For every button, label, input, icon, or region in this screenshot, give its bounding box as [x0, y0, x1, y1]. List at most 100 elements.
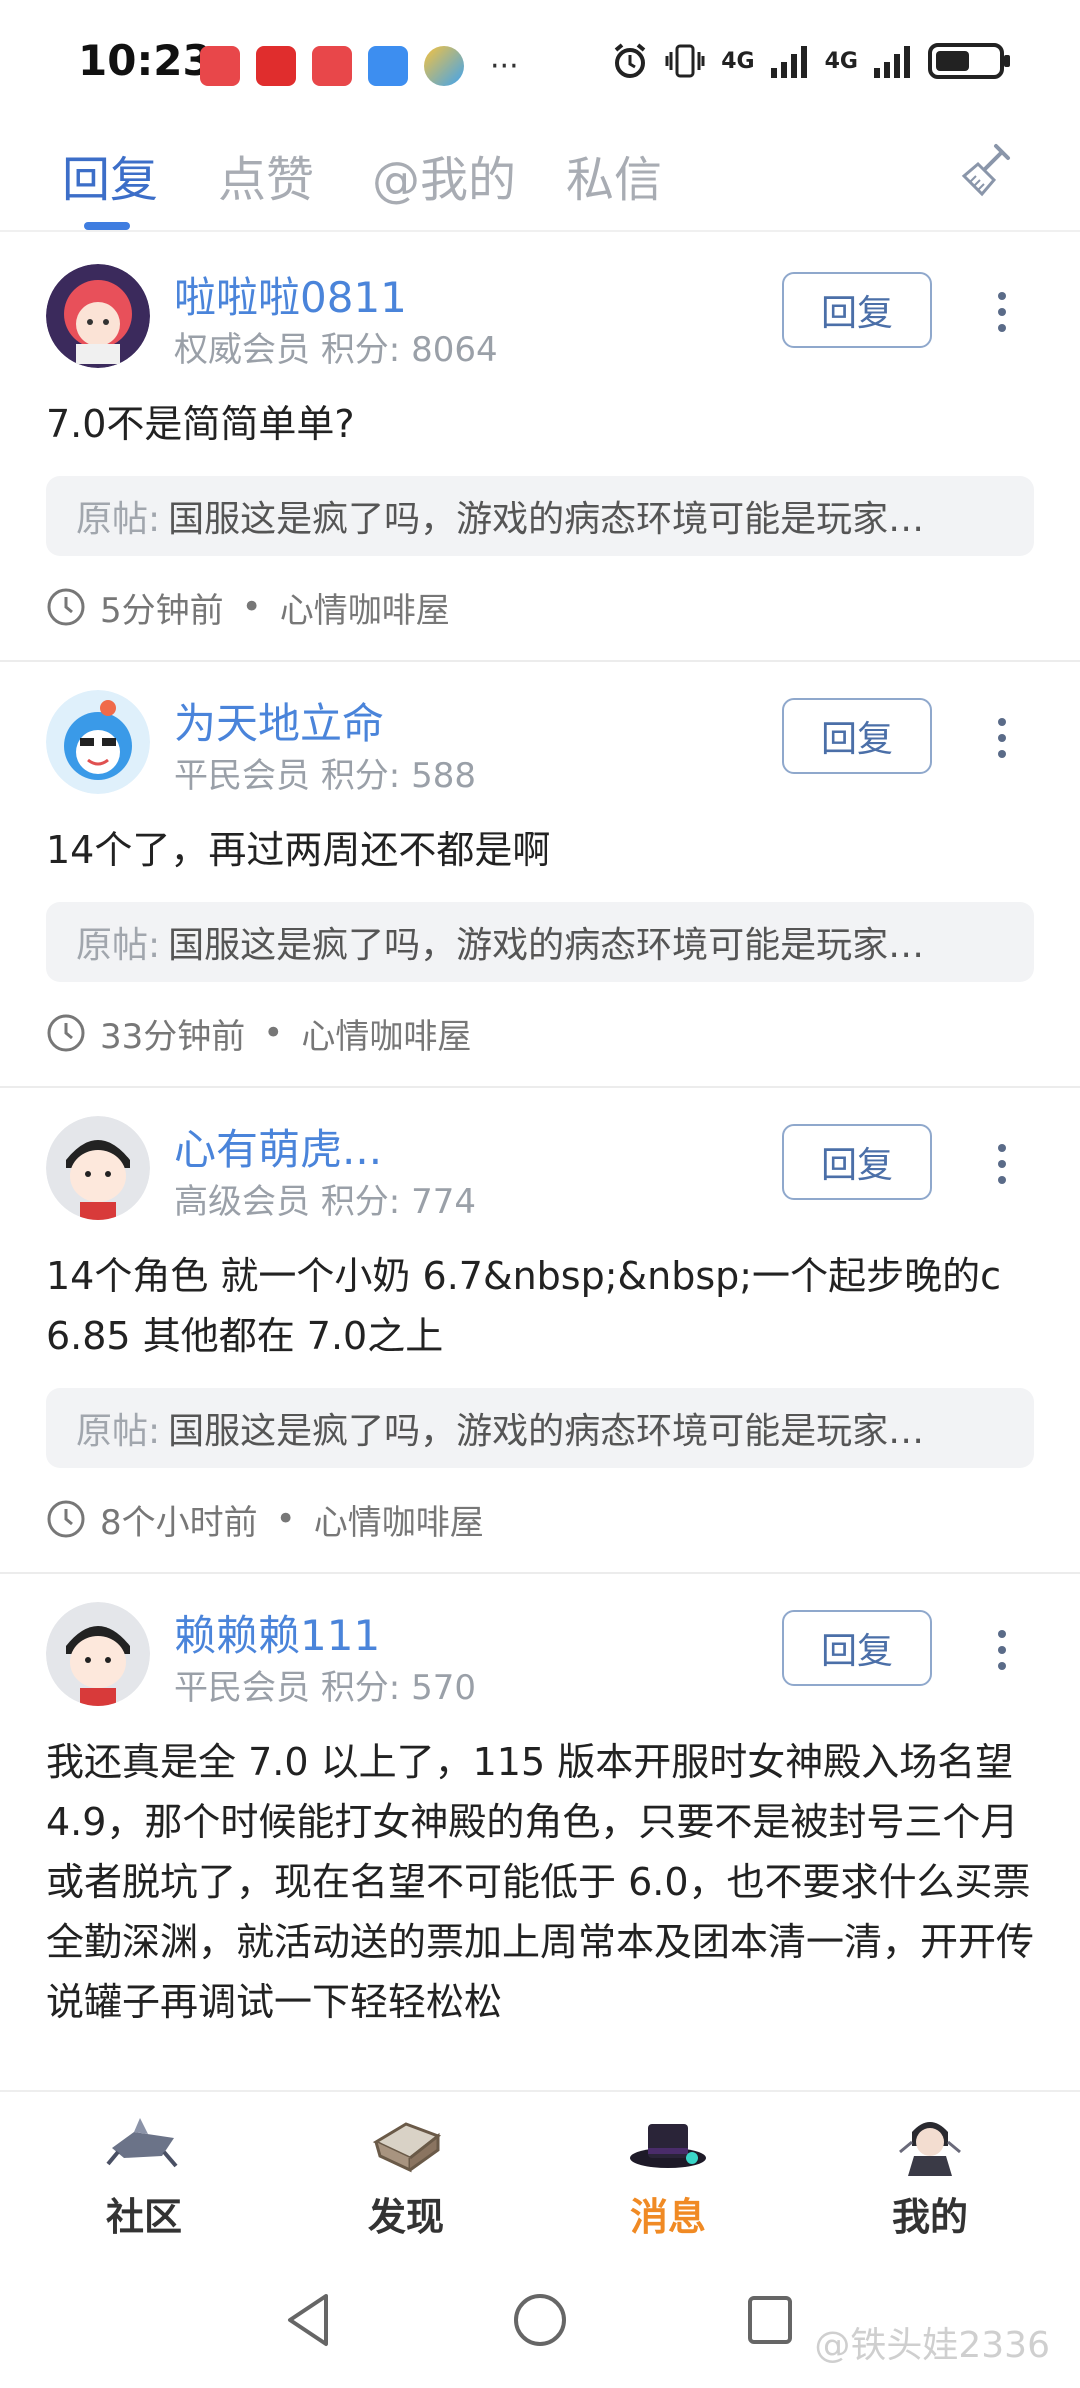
network-label-1: 4G — [721, 48, 755, 74]
assistant-icon — [368, 46, 408, 86]
reply-content: 14个角色 就一个小奶 6.7&nbsp;&nbsp;一个起步晚的c 6.85 … — [46, 1254, 1001, 1358]
signal-icon — [770, 46, 807, 78]
user-rank: 高级会员 — [174, 1182, 310, 1222]
separator-dot: • — [241, 587, 262, 627]
user-score: 积分: 774 — [320, 1182, 476, 1222]
board-name[interactable]: 心情咖啡屋 — [280, 583, 450, 632]
clock-icon — [47, 588, 85, 626]
username[interactable]: 心有萌虎... — [174, 1116, 382, 1177]
separator-dot: • — [263, 1013, 284, 1053]
user-rank: 权威会员 — [174, 330, 310, 370]
username[interactable]: 啦啦啦0811 — [174, 264, 407, 325]
replies-feed[interactable]: 啦啦啦0811 权威会员 积分: 8064 回复 7.0不是简简单单? 原帖: … — [0, 236, 1080, 2090]
original-post-quote[interactable]: 原帖: 国服这是疯了吗，游戏的病态环境可能是玩家… — [46, 1388, 1034, 1468]
more-options-icon[interactable] — [998, 292, 1008, 332]
nav-label-discover: 发现 — [367, 2195, 444, 2239]
reply-card[interactable]: 为天地立命 平民会员 积分: 588 回复 14个了，再过两周还不都是啊 原帖:… — [0, 662, 1080, 1088]
reply-time: 33分钟前 — [100, 1016, 246, 1057]
reply-time: 8个小时前 — [100, 1502, 258, 1543]
user-score: 积分: 8064 — [320, 330, 498, 370]
clock-icon — [47, 1014, 85, 1052]
reply-button[interactable]: 回复 — [782, 1124, 932, 1200]
tab-replies[interactable]: 回复 — [62, 140, 158, 210]
user-rank-score: 权威会员 积分: 8064 — [174, 322, 498, 371]
profile-character-icon — [899, 2122, 961, 2176]
avatar[interactable] — [46, 1116, 150, 1220]
reply-footer: 5分钟前 • 心情咖啡屋 — [46, 582, 1034, 632]
reply-footer: 33分钟前 • 心情咖啡屋 — [46, 1008, 1034, 1058]
user-rank-score: 高级会员 积分: 774 — [174, 1174, 476, 1223]
user-rank-score: 平民会员 积分: 588 — [174, 748, 476, 797]
reply-button[interactable]: 回复 — [782, 272, 932, 348]
app-618-icon — [312, 46, 352, 86]
quote-text: 国服这是疯了吗，游戏的病态环境可能是玩家… — [168, 1411, 925, 1452]
signal-icon — [874, 46, 910, 78]
notification-icons: ··· — [200, 46, 519, 86]
board-name[interactable]: 心情咖啡屋 — [314, 1495, 484, 1544]
reply-content: 我还真是全 7.0 以上了，115 版本开服时女神殿入场名望 4.9，那个时候能… — [46, 1740, 1034, 2024]
more-options-icon[interactable] — [998, 718, 1008, 758]
nav-discover[interactable]: 发现 — [316, 2112, 496, 2241]
vibrate-icon — [665, 44, 705, 78]
username[interactable]: 赖赖赖111 — [174, 1602, 380, 1663]
discover-icon — [372, 2122, 442, 2173]
tab-private-messages[interactable]: 私信 — [566, 140, 662, 210]
avatar[interactable] — [46, 690, 150, 794]
app-618-icon — [200, 46, 240, 86]
status-time: 10:23 — [78, 36, 212, 85]
home-icon[interactable] — [512, 2290, 568, 2350]
user-rank: 平民会员 — [174, 756, 310, 796]
original-post-quote[interactable]: 原帖: 国服这是疯了吗，游戏的病态环境可能是玩家… — [46, 902, 1034, 982]
tab-mentions[interactable]: @我的 — [372, 140, 516, 210]
user-rank: 平民会员 — [174, 1668, 310, 1708]
quote-label: 原帖: — [76, 499, 161, 540]
active-tab-indicator — [84, 222, 130, 230]
reply-content: 7.0不是简简单单? — [46, 402, 355, 446]
alarm-icon — [614, 43, 646, 78]
board-name[interactable]: 心情咖啡屋 — [301, 1009, 471, 1058]
reply-card[interactable]: 心有萌虎... 高级会员 积分: 774 回复 14个角色 就一个小奶 6.7&… — [0, 1088, 1080, 1574]
reply-button[interactable]: 回复 — [782, 1610, 932, 1686]
clock-icon — [47, 1500, 85, 1538]
separator-dot: • — [275, 1499, 296, 1539]
nav-label-messages: 消息 — [629, 2195, 706, 2239]
pinwheel-icon — [424, 46, 464, 86]
reply-button[interactable]: 回复 — [782, 698, 932, 774]
message-hat-icon — [630, 2124, 706, 2168]
nav-profile[interactable]: 我的 — [840, 2112, 1020, 2241]
quote-text: 国服这是疯了吗，游戏的病态环境可能是玩家… — [168, 499, 925, 540]
message-tabs: 回复 点赞 @我的 私信 — [0, 120, 1080, 232]
reply-card[interactable]: 啦啦啦0811 权威会员 积分: 8064 回复 7.0不是简简单单? 原帖: … — [0, 236, 1080, 662]
user-score: 积分: 570 — [320, 1668, 476, 1708]
netease-music-icon — [256, 46, 296, 86]
bottom-navigation: 社区 发现 消息 我的 — [0, 2090, 1080, 2260]
reply-content: 14个了，再过两周还不都是啊 — [46, 828, 551, 872]
more-options-icon[interactable] — [998, 1144, 1008, 1184]
more-notifications-icon: ··· — [490, 48, 519, 84]
status-bar: 10:23 ··· 4G 4G — [0, 0, 1080, 120]
nav-label-community: 社区 — [105, 2195, 182, 2239]
quote-text: 国服这是疯了吗，游戏的病态环境可能是玩家… — [168, 925, 925, 966]
username[interactable]: 为天地立命 — [174, 690, 384, 751]
nav-messages[interactable]: 消息 — [578, 2112, 758, 2241]
reply-time: 5分钟前 — [100, 590, 224, 631]
quote-label: 原帖: — [76, 925, 161, 966]
reply-footer: 8个小时前 • 心情咖啡屋 — [46, 1494, 1034, 1544]
avatar[interactable] — [46, 1602, 150, 1706]
more-options-icon[interactable] — [998, 1630, 1008, 1670]
network-label-2: 4G — [824, 48, 858, 74]
quote-label: 原帖: — [76, 1411, 161, 1452]
recents-icon[interactable] — [744, 2290, 796, 2350]
watermark: @铁头娃2336 — [814, 2325, 1050, 2366]
nav-community[interactable]: 社区 — [54, 2112, 234, 2241]
clear-broom-icon[interactable] — [958, 140, 1018, 200]
original-post-quote[interactable]: 原帖: 国服这是疯了吗，游戏的病态环境可能是玩家… — [46, 476, 1034, 556]
user-rank-score: 平民会员 积分: 570 — [174, 1660, 476, 1709]
user-score: 积分: 588 — [320, 756, 476, 796]
battery-level — [936, 51, 969, 71]
avatar[interactable] — [46, 264, 150, 368]
reply-card[interactable]: 赖赖赖111 平民会员 积分: 570 回复 我还真是全 7.0 以上了，115… — [0, 1574, 1080, 2060]
back-icon[interactable] — [282, 2290, 334, 2350]
tab-likes[interactable]: 点赞 — [218, 140, 314, 210]
battery-icon — [928, 43, 1010, 79]
